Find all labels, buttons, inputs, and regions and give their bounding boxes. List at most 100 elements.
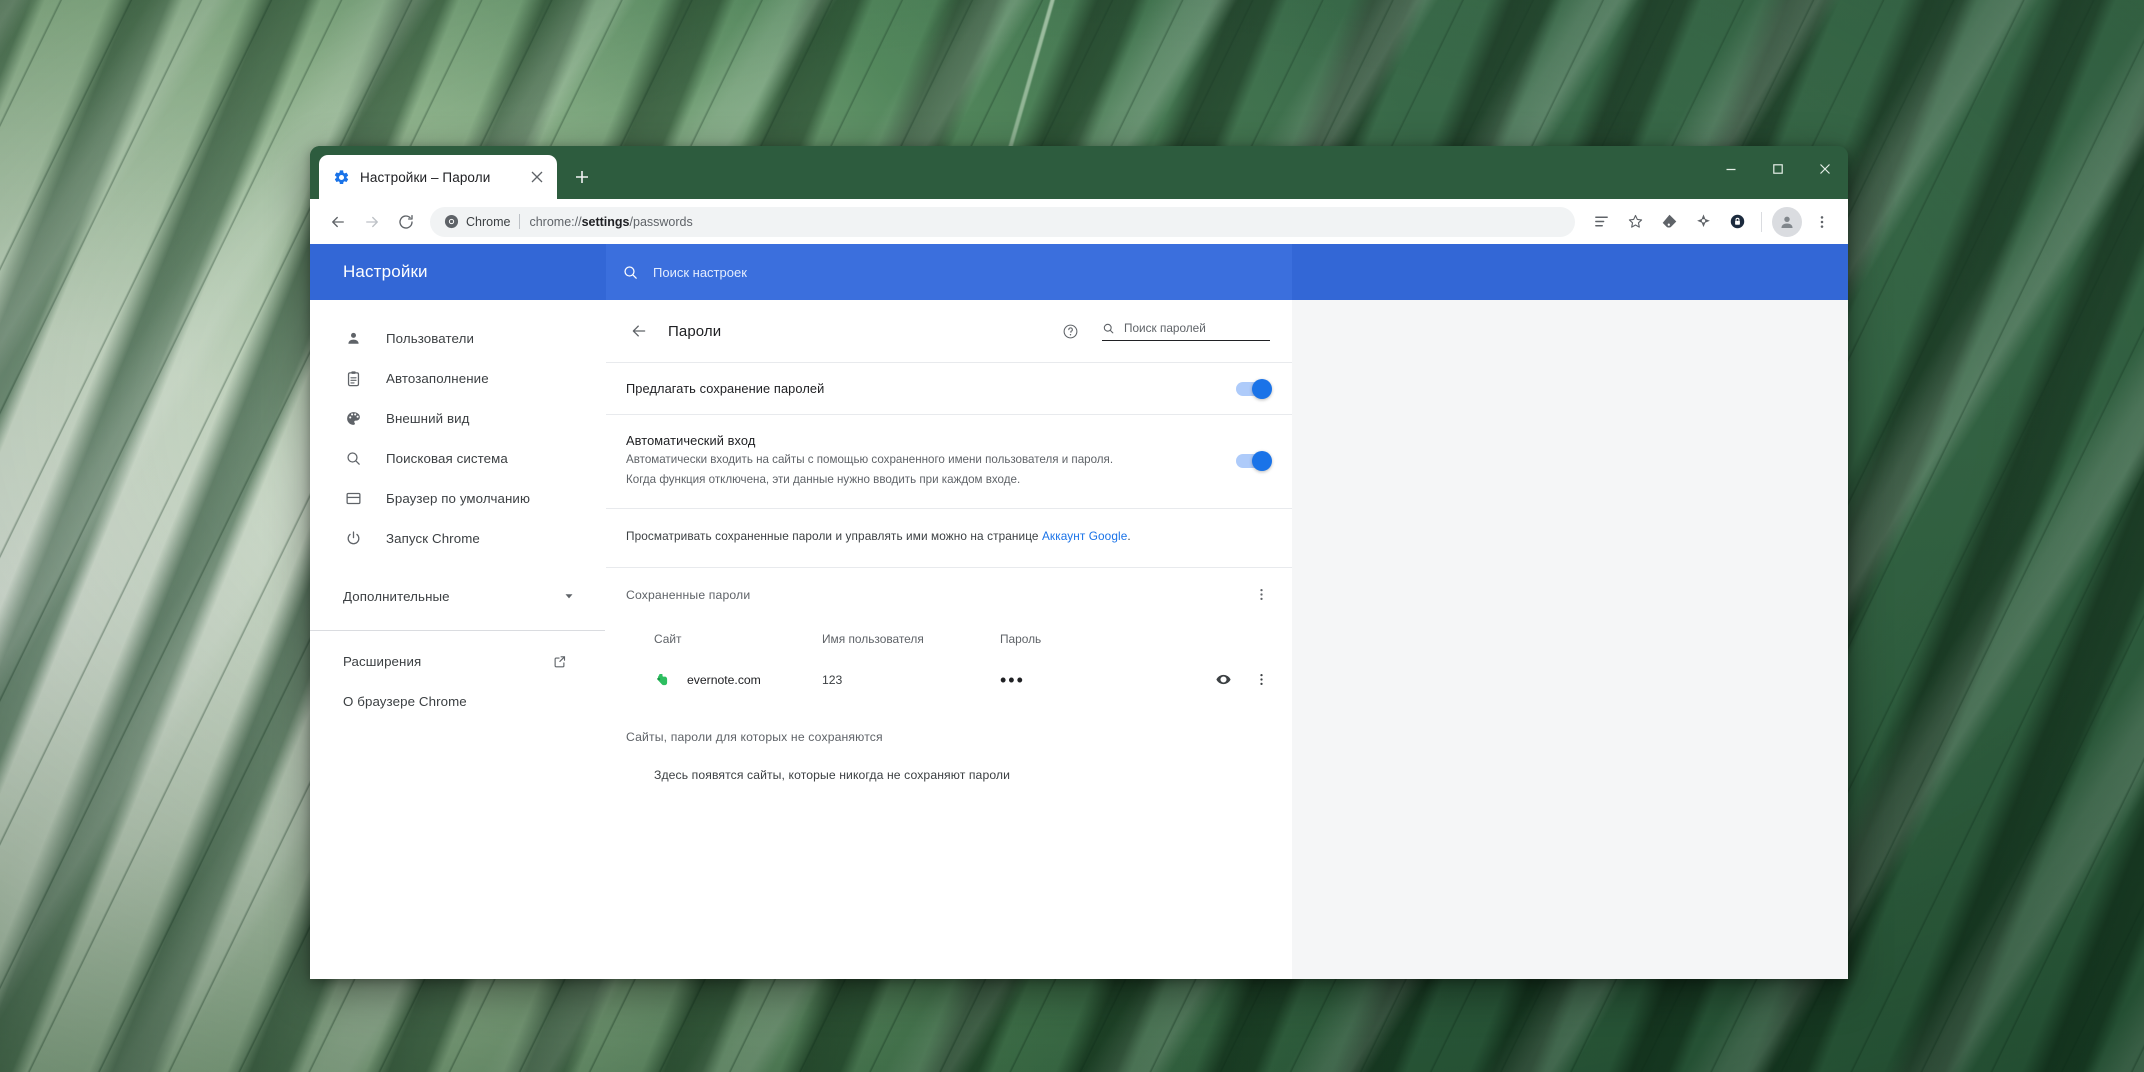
close-icon (531, 171, 543, 183)
note-text-after: . (1127, 528, 1131, 543)
sidebar-item-label: Автозаполнение (386, 370, 489, 386)
lock-extension-icon (1730, 214, 1744, 229)
offer-to-save-passwords-row[interactable]: Предлагать сохранение паролей (606, 363, 1292, 414)
sidebar-item-label: Запуск Chrome (386, 530, 480, 546)
omnibox-chip-label: Chrome (466, 214, 511, 229)
window-maximize-button[interactable] (1754, 146, 1801, 192)
sidebar-item-appearance[interactable]: Внешний вид (310, 398, 605, 438)
passwords-search-input[interactable] (1124, 321, 1270, 335)
google-account-link[interactable]: Аккаунт Google (1042, 529, 1127, 543)
nav-back-button[interactable] (322, 206, 354, 238)
new-tab-button[interactable] (565, 160, 599, 194)
close-icon (1819, 164, 1830, 174)
tab-strip: Настройки – Пароли (310, 146, 1848, 199)
omnibox-url: chrome://settings/passwords (529, 215, 692, 229)
setting-sublabel: Автоматически входить на сайты с помощью… (626, 450, 1216, 490)
site-name: evernote.com (687, 672, 761, 687)
cell-site: evernote.com (654, 671, 822, 688)
omnibox-url-prefix: chrome:// (529, 214, 582, 229)
password-row-menu-button[interactable] (1248, 667, 1274, 693)
bookmark-button[interactable] (1619, 206, 1651, 238)
column-header-username: Имя пользователя (822, 631, 924, 646)
feedly-extension-button[interactable] (1653, 206, 1685, 238)
power-icon (343, 528, 363, 548)
chevron-down-icon (559, 586, 579, 606)
settings-search-input[interactable] (653, 264, 1276, 280)
sidebar-item-advanced[interactable]: Дополнительные (310, 576, 605, 616)
auto-signin-text: Автоматический вход Автоматически входит… (626, 433, 1216, 490)
column-header-site: Сайт (654, 631, 682, 646)
minimize-icon (1726, 168, 1735, 171)
browser-window-icon (343, 488, 363, 508)
show-password-button[interactable] (1210, 667, 1236, 693)
address-bar[interactable]: Chrome chrome://settings/passwords (430, 206, 1575, 237)
sidebar-item-default-browser[interactable]: Браузер по умолчанию (310, 478, 605, 518)
auto-signin-toggle[interactable] (1236, 451, 1272, 472)
window-close-button[interactable] (1801, 146, 1848, 192)
browser-menu-button[interactable] (1806, 206, 1838, 238)
sidebar-item-about-chrome[interactable]: О браузере Chrome (310, 681, 605, 721)
sidebar-item-users[interactable]: Пользователи (310, 318, 605, 358)
cell-username: 123 (822, 672, 843, 687)
offer-to-save-toggle[interactable] (1236, 378, 1272, 399)
window-minimize-button[interactable] (1707, 146, 1754, 192)
nav-forward-button[interactable] (356, 206, 388, 238)
setting-sublabel-line-1: Автоматически входить на сайты с помощью… (626, 453, 1114, 466)
passwords-card: Пароли Поиск паролей Предлагать сохранен… (606, 300, 1292, 979)
never-saved-section-title: Сайты, пароли для которых не сохраняются (626, 729, 883, 744)
sidebar-item-label: Поисковая система (386, 450, 508, 466)
saved-passwords-menu-button[interactable] (1248, 582, 1274, 608)
saved-passwords-section-header: Сохраненные пароли (606, 568, 1292, 618)
omnibox-url-bold: settings (581, 214, 630, 229)
toolbar-divider (1761, 211, 1762, 232)
sidebar-divider (310, 630, 605, 631)
sidebar-item-extensions[interactable]: Расширения (310, 641, 605, 681)
sidebar-item-label: Браузер по умолчанию (386, 490, 531, 506)
profile-avatar-button[interactable] (1772, 206, 1802, 237)
browser-window: Настройки – Пароли Chrome chrome://setti… (310, 146, 1848, 979)
chrome-icon (444, 214, 459, 229)
window-controls (1707, 146, 1848, 192)
gear-icon (334, 169, 349, 184)
sidebar-item-search-engine[interactable]: Поисковая система (310, 438, 605, 478)
back-arrow-icon (632, 325, 646, 337)
setting-sublabel-line-2: Когда функция отключена, эти данные нужн… (626, 472, 1021, 486)
desktop-wallpaper: Настройки – Пароли Chrome chrome://setti… (0, 0, 2144, 1072)
plus-icon (576, 171, 588, 183)
location-target-extension-icon (1696, 214, 1710, 228)
reading-list-icon (1594, 216, 1608, 227)
reading-list-button[interactable] (1585, 206, 1617, 238)
help-button[interactable] (1058, 319, 1082, 343)
palette-icon (343, 408, 363, 428)
three-dot-menu-icon (1259, 674, 1263, 686)
settings-search-box[interactable] (606, 244, 1292, 300)
browser-toolbar: Chrome chrome://settings/passwords (310, 199, 1848, 244)
external-link-icon (549, 651, 569, 671)
person-icon (343, 328, 363, 348)
browser-tab[interactable]: Настройки – Пароли (319, 155, 557, 199)
passwords-back-button[interactable] (626, 318, 652, 344)
tab-close-button[interactable] (527, 167, 547, 187)
location-target-extension-button[interactable] (1687, 206, 1719, 238)
bookmark-star-icon (1628, 214, 1642, 228)
offer-to-save-text: Предлагать сохранение паролей (626, 381, 1216, 396)
cell-password-masked: ••• (1000, 669, 1025, 690)
omnibox-chrome-chip: Chrome (444, 214, 510, 229)
passwords-header: Пароли (606, 300, 1292, 362)
evernote-icon (657, 674, 668, 686)
auto-signin-row[interactable]: Автоматический вход Автоматически входит… (606, 415, 1292, 508)
back-arrow-icon (332, 216, 344, 227)
lock-extension-button[interactable] (1721, 206, 1753, 238)
sidebar-item-label: Расширения (343, 653, 422, 669)
profile-avatar-icon (1781, 216, 1793, 228)
sidebar-item-on-startup[interactable]: Запуск Chrome (310, 518, 605, 558)
passwords-search-box[interactable] (1102, 321, 1270, 341)
nav-reload-button[interactable] (390, 206, 422, 238)
omnibox-url-suffix: /passwords (629, 214, 693, 229)
clipboard-icon (343, 368, 363, 388)
omnibox-separator (519, 214, 521, 229)
sidebar-item-label: Дополнительные (343, 588, 450, 604)
sidebar-item-autofill[interactable]: Автозаполнение (310, 358, 605, 398)
table-row[interactable]: evernote.com 123 ••• (606, 656, 1292, 704)
setting-label: Предлагать сохранение паролей (626, 381, 825, 396)
